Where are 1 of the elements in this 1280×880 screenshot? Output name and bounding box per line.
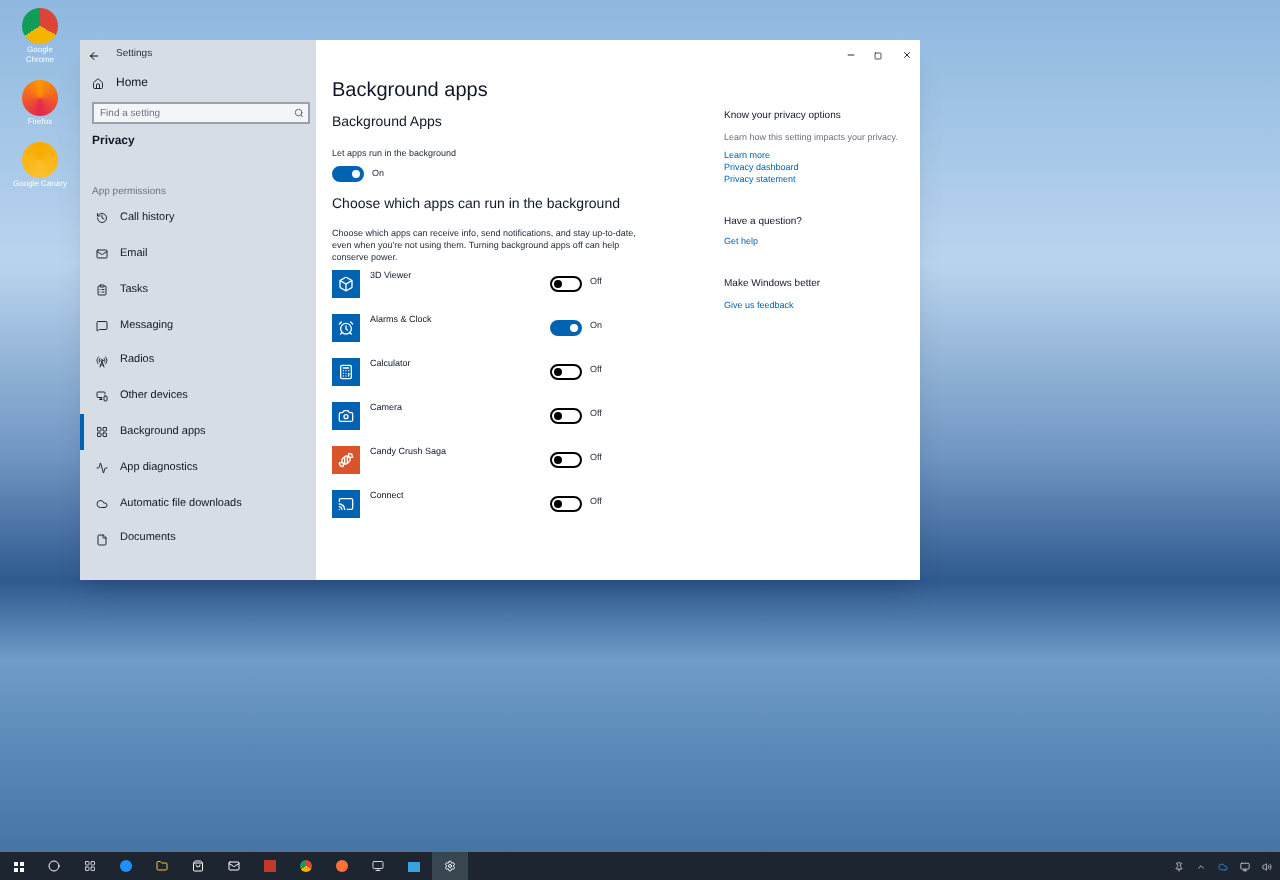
page-title: Background apps bbox=[332, 78, 490, 106]
